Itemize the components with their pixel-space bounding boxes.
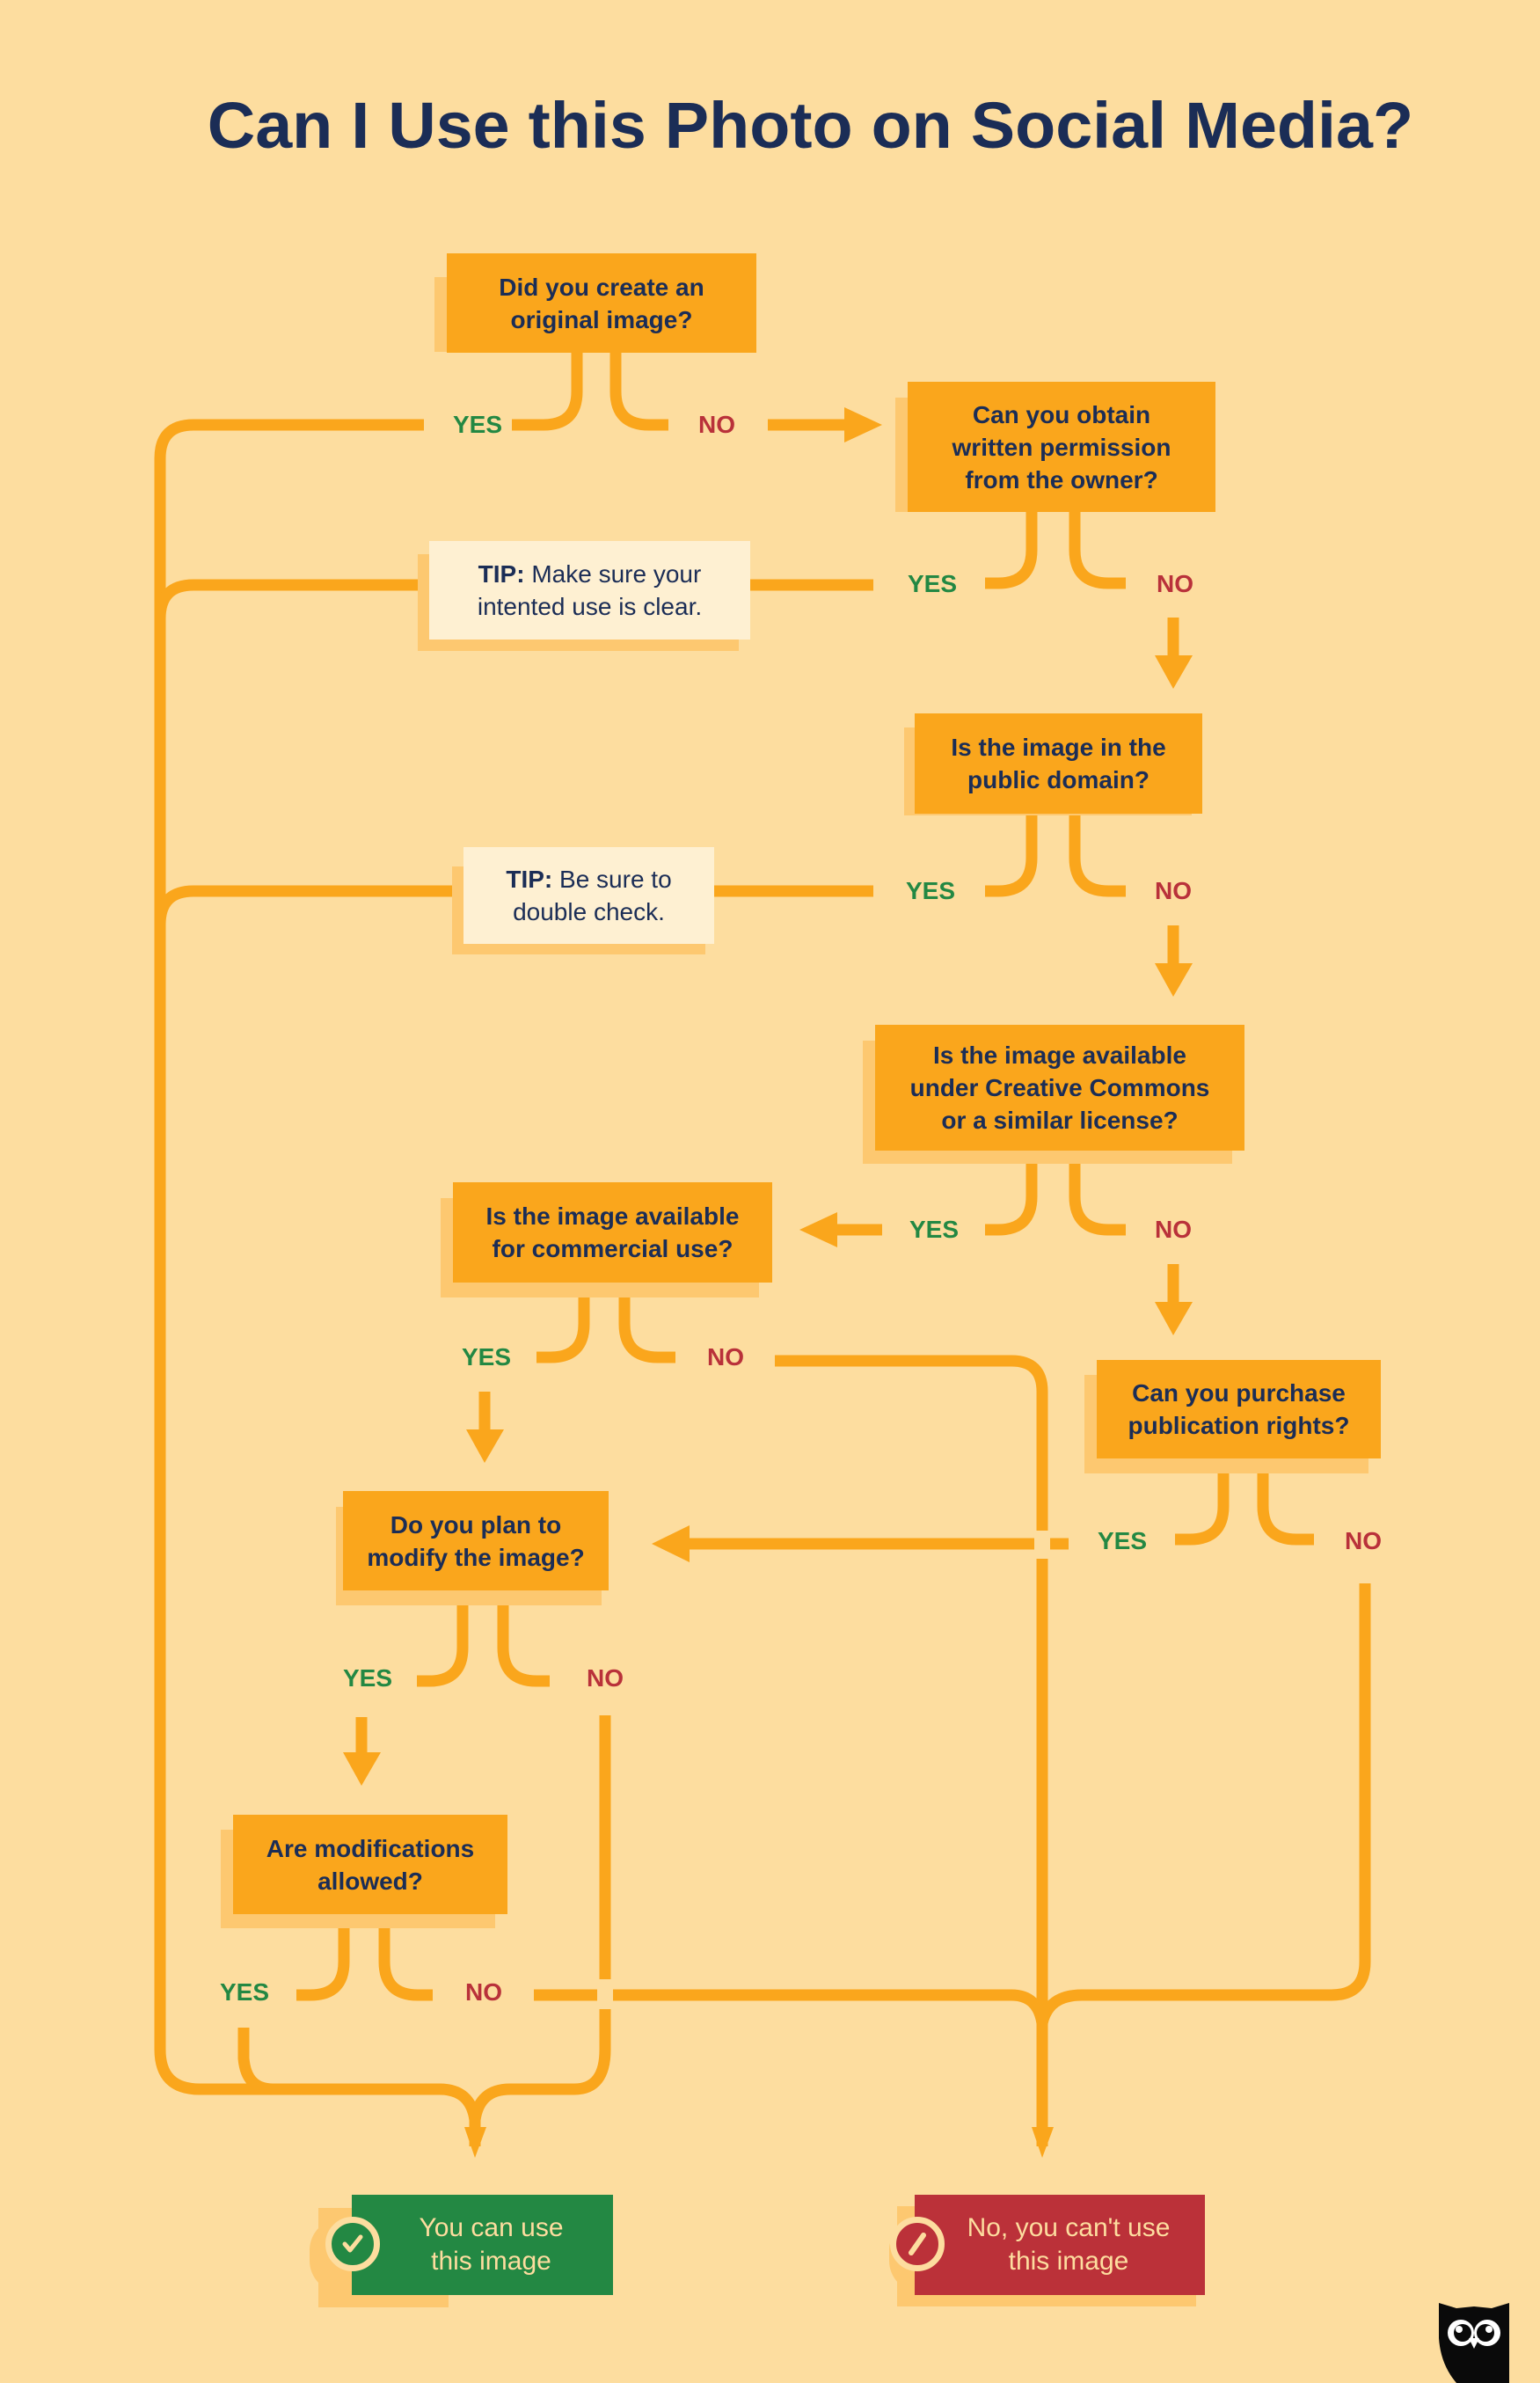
connector-tip2-left: [154, 885, 460, 925]
q2-line-3: from the owner?: [965, 465, 1158, 493]
check-circle-icon: [325, 2217, 380, 2271]
arrowhead-down-q3: [1155, 655, 1193, 689]
q3-yes-label: YES: [905, 877, 956, 904]
arrowhead-down-q6: [1155, 1302, 1193, 1335]
question-box-public-domain: Is the image in the public domain?: [915, 713, 1202, 814]
q7-yes-label: YES: [342, 1664, 393, 1692]
tip2-label: TIP:: [506, 866, 553, 893]
question-box-publication-rights: Can you purchase publication rights?: [1097, 1360, 1381, 1458]
connector-q1-yes: [512, 352, 583, 431]
result-no-line-1: No, you can't use: [967, 2213, 1171, 2242]
connector-q2-yes: [985, 512, 1038, 589]
question-box-creative-commons: Is the image available under Creative Com…: [875, 1025, 1244, 1151]
q1-no-label: NO: [698, 411, 735, 438]
question-box-written-permission: Can you obtain written permission from the…: [908, 382, 1215, 512]
connector-q6-no-line: [1036, 1583, 1371, 2025]
result-cannot-use: No, you can't use this image: [915, 2195, 1205, 2295]
prohibited-icon: [890, 2217, 945, 2271]
result-can-use: You can use this image: [352, 2195, 613, 2295]
q6-no-label: NO: [1345, 1527, 1382, 1554]
arrowhead-down-q7: [466, 1429, 504, 1463]
q6-line-1: Can you purchase: [1132, 1379, 1346, 1407]
q3-line-1: Is the image in the: [951, 734, 1166, 761]
q5-line-1: Is the image available: [485, 1202, 740, 1230]
q2-line-2: written permission: [952, 433, 1171, 461]
result-no-line-2: this image: [1008, 2247, 1129, 2276]
q7-line-2: modify the image?: [367, 1543, 585, 1571]
result-yes-line-1: You can use: [419, 2213, 564, 2242]
crossing-gap-q7-q8: [597, 1979, 613, 2009]
q2-yes-label: YES: [907, 570, 958, 597]
question-box-modify-image: Do you plan to modify the image?: [343, 1491, 609, 1590]
q3-line-2: public domain?: [967, 766, 1150, 793]
q3-no-label: NO: [1155, 877, 1192, 904]
q4-no-label: NO: [1155, 1216, 1192, 1243]
arrowhead-down-q8: [343, 1752, 381, 1786]
tip1-label: TIP:: [478, 560, 525, 588]
question-box-original-image: Did you create an original image?: [447, 253, 756, 353]
arrowhead-down-result-yes: [464, 2127, 486, 2158]
q4-line-1: Is the image available: [933, 1042, 1186, 1069]
q8-no-label: NO: [465, 1978, 502, 2006]
q1-line-2: original image?: [510, 305, 693, 333]
question-box-modifications-allowed: Are modifications allowed?: [233, 1815, 507, 1914]
arrowhead-left-q7: [652, 1525, 690, 1562]
q7-line-1: Do you plan to: [390, 1510, 562, 1539]
tip1-line-2: intented use is clear.: [477, 593, 703, 620]
q5-no-label: NO: [707, 1343, 744, 1371]
q4-line-2: under Creative Commons: [909, 1074, 1210, 1101]
tip-box-double-check: TIP: Be sure to double check.: [463, 847, 714, 944]
connector-q3-no: [1069, 814, 1126, 897]
q8-line-2: allowed?: [317, 1867, 423, 1895]
tip2-line-2: double check.: [513, 898, 665, 925]
q5-yes-label: YES: [461, 1343, 512, 1371]
arrowhead-right-q2: [844, 407, 882, 442]
question-box-commercial-use: Is the image available for commercial use…: [453, 1182, 772, 1283]
q5-line-2: for commercial use?: [492, 1235, 734, 1262]
connector-q7-no-line-b: [469, 2009, 611, 2122]
q2-line-1: Can you obtain: [972, 400, 1151, 428]
q2-no-label: NO: [1157, 570, 1193, 597]
connector-tip1-left: [154, 579, 425, 619]
q6-line-2: publication rights?: [1128, 1412, 1350, 1439]
tip1-line-1: Make sure your: [524, 560, 702, 588]
owl-logo-icon: [1439, 2303, 1509, 2383]
q1-yes-label: YES: [452, 411, 503, 438]
arrowhead-down-q4: [1155, 963, 1193, 997]
arrowhead-left-q5: [799, 1212, 837, 1247]
q1-line-1: Did you create an: [499, 273, 704, 301]
q7-no-label: NO: [587, 1664, 624, 1692]
q8-yes-label: YES: [219, 1978, 270, 2006]
tip-box-intended-use: TIP: Make sure your intented use is clear…: [429, 541, 750, 640]
tip2-line-1: Be sure to: [552, 866, 672, 893]
connector-q3-yes: [985, 814, 1038, 897]
q6-yes-label: YES: [1097, 1527, 1148, 1554]
q4-yes-label: YES: [909, 1216, 960, 1243]
crossing-gap-q5-q6: [1034, 1531, 1050, 1559]
connector-q8-yes-line: [237, 2028, 274, 2095]
q8-line-1: Are modifications: [266, 1834, 475, 1862]
result-yes-line-2: this image: [431, 2247, 551, 2276]
connector-q1-no: [609, 352, 668, 431]
connector-q5-no-line: [775, 1355, 1048, 1531]
connector-q2-no: [1069, 512, 1126, 589]
arrowhead-down-result-no: [1032, 2127, 1054, 2158]
q4-line-3: or a similar license?: [941, 1107, 1179, 1134]
